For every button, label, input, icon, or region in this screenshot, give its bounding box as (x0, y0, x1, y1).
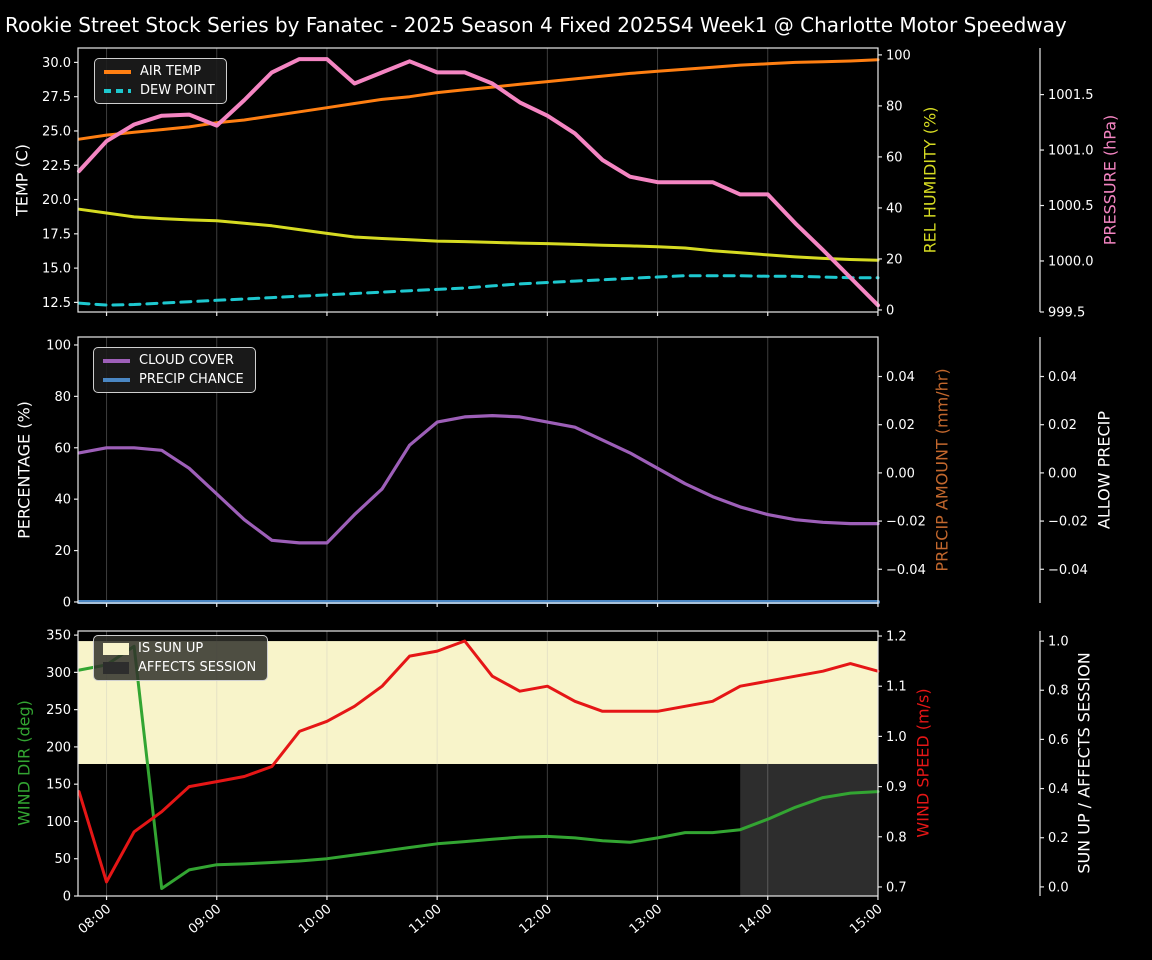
svg-text:0.8: 0.8 (1048, 684, 1069, 699)
svg-text:22.5: 22.5 (42, 159, 71, 174)
svg-text:1001.0: 1001.0 (1048, 144, 1094, 159)
svg-text:60: 60 (886, 150, 903, 165)
svg-text:20: 20 (54, 544, 71, 559)
svg-text:−0.02: −0.02 (1048, 515, 1088, 530)
svg-text:100: 100 (46, 338, 71, 353)
svg-text:0.04: 0.04 (886, 370, 915, 385)
legend-item-precip-chance: PRECIP CHANCE (103, 372, 244, 387)
svg-text:0.04: 0.04 (1048, 370, 1077, 385)
svg-text:0.9: 0.9 (886, 780, 907, 795)
plot-svg: 12.5 15.0 17.5 20.0 22.5 25.0 27.5 30.0 0 20 40 60 8… (42, 47, 1094, 938)
svg-text:0.00: 0.00 (1048, 466, 1077, 481)
svg-text:1.0: 1.0 (1048, 635, 1069, 650)
svg-text:20.0: 20.0 (42, 193, 71, 208)
svg-text:100: 100 (46, 815, 71, 830)
svg-text:1001.5: 1001.5 (1048, 88, 1094, 103)
svg-text:1.0: 1.0 (886, 730, 907, 745)
legend-label: IS SUN UP (138, 641, 204, 656)
axis-title-wind-dir: WIND DIR (deg) (14, 700, 34, 826)
legend-label: AFFECTS SESSION (138, 660, 257, 675)
legend-label: AIR TEMP (140, 64, 202, 79)
legend-label: CLOUD COVER (139, 353, 234, 368)
dew-point-swatch-icon (104, 88, 131, 93)
svg-text:40: 40 (54, 493, 71, 508)
axis-title-sun-up: SUN UP / AFFECTS SESSION (1074, 652, 1094, 874)
svg-text:27.5: 27.5 (42, 90, 71, 105)
air-temp-swatch-icon (104, 69, 131, 74)
svg-text:10:00: 10:00 (296, 902, 334, 938)
legend-label: DEW POINT (140, 83, 215, 98)
svg-text:0.7: 0.7 (886, 880, 907, 895)
axis-title-wind-speed: WIND SPEED (m/s) (913, 688, 933, 838)
svg-text:09:00: 09:00 (186, 902, 224, 938)
svg-text:−0.04: −0.04 (1048, 563, 1088, 578)
axis-title-allow-precip: ALLOW PRECIP (1094, 410, 1114, 530)
svg-text:1.2: 1.2 (886, 630, 907, 645)
svg-text:0.0: 0.0 (1048, 880, 1069, 895)
svg-text:80: 80 (54, 390, 71, 405)
svg-text:−0.04: −0.04 (886, 563, 926, 578)
svg-text:0.6: 0.6 (1048, 733, 1069, 748)
svg-text:999.5: 999.5 (1048, 306, 1085, 321)
svg-text:0.02: 0.02 (1048, 418, 1077, 433)
axis-title-temp: TEMP (C) (12, 143, 32, 217)
svg-text:12.5: 12.5 (42, 296, 71, 311)
legend-label: PRECIP CHANCE (139, 372, 244, 387)
axis-title-percentage: PERCENTAGE (%) (14, 401, 34, 539)
svg-text:0.8: 0.8 (886, 830, 907, 845)
legend-item-affects-session: AFFECTS SESSION (103, 660, 256, 675)
sun-up-swatch-icon (103, 642, 129, 655)
svg-text:13:00: 13:00 (627, 902, 665, 938)
svg-text:0: 0 (63, 890, 71, 905)
svg-text:14:00: 14:00 (737, 902, 775, 938)
legend-item-cloud-cover: CLOUD COVER (103, 353, 244, 368)
svg-text:200: 200 (46, 740, 71, 755)
cloud-cover-swatch-icon (103, 358, 130, 363)
svg-text:350: 350 (46, 629, 71, 644)
legend-item-is-sun-up: IS SUN UP (103, 641, 256, 656)
legend-temperature: AIR TEMP DEW POINT (94, 58, 227, 104)
svg-text:25.0: 25.0 (42, 124, 71, 139)
svg-text:100: 100 (886, 48, 911, 63)
svg-text:30.0: 30.0 (42, 56, 71, 71)
svg-text:0.2: 0.2 (1048, 831, 1069, 846)
svg-text:11:00: 11:00 (406, 902, 444, 938)
svg-text:250: 250 (46, 703, 71, 718)
svg-text:08:00: 08:00 (76, 902, 114, 938)
legend-cloud-precip: CLOUD COVER PRECIP CHANCE (93, 347, 256, 393)
legend-item-dew-point: DEW POINT (104, 83, 215, 98)
axis-title-rel-humidity: REL HUMIDITY (%) (920, 106, 940, 254)
legend-sun-session: IS SUN UP AFFECTS SESSION (93, 635, 269, 681)
svg-text:20: 20 (886, 252, 903, 267)
svg-text:150: 150 (46, 778, 71, 793)
precip-chance-swatch-icon (103, 377, 130, 382)
svg-text:80: 80 (886, 99, 903, 114)
svg-text:1000.0: 1000.0 (1048, 254, 1094, 269)
axis-title-pressure: PRESSURE (hPa) (1100, 114, 1120, 246)
axis-title-precip-amount: PRECIP AMOUNT (mm/hr) (932, 368, 952, 572)
svg-text:300: 300 (46, 666, 71, 681)
weather-forecast-chart: Rookie Street Stock Series by Fanatec - … (0, 0, 1152, 960)
svg-text:15:00: 15:00 (847, 902, 885, 938)
svg-text:1000.5: 1000.5 (1048, 199, 1094, 214)
svg-text:1.1: 1.1 (886, 680, 907, 695)
svg-text:−0.02: −0.02 (886, 515, 926, 530)
svg-text:0: 0 (63, 595, 71, 610)
svg-text:17.5: 17.5 (42, 227, 71, 242)
affects-session-swatch-icon (103, 661, 129, 674)
svg-text:40: 40 (886, 201, 903, 216)
svg-text:0.4: 0.4 (1048, 782, 1069, 797)
svg-text:15.0: 15.0 (42, 262, 71, 277)
svg-text:60: 60 (54, 441, 71, 456)
svg-text:0: 0 (886, 303, 894, 318)
svg-text:12:00: 12:00 (517, 902, 555, 938)
legend-item-air-temp: AIR TEMP (104, 64, 215, 79)
svg-text:0.00: 0.00 (886, 466, 915, 481)
svg-text:0.02: 0.02 (886, 418, 915, 433)
svg-text:50: 50 (54, 852, 71, 867)
